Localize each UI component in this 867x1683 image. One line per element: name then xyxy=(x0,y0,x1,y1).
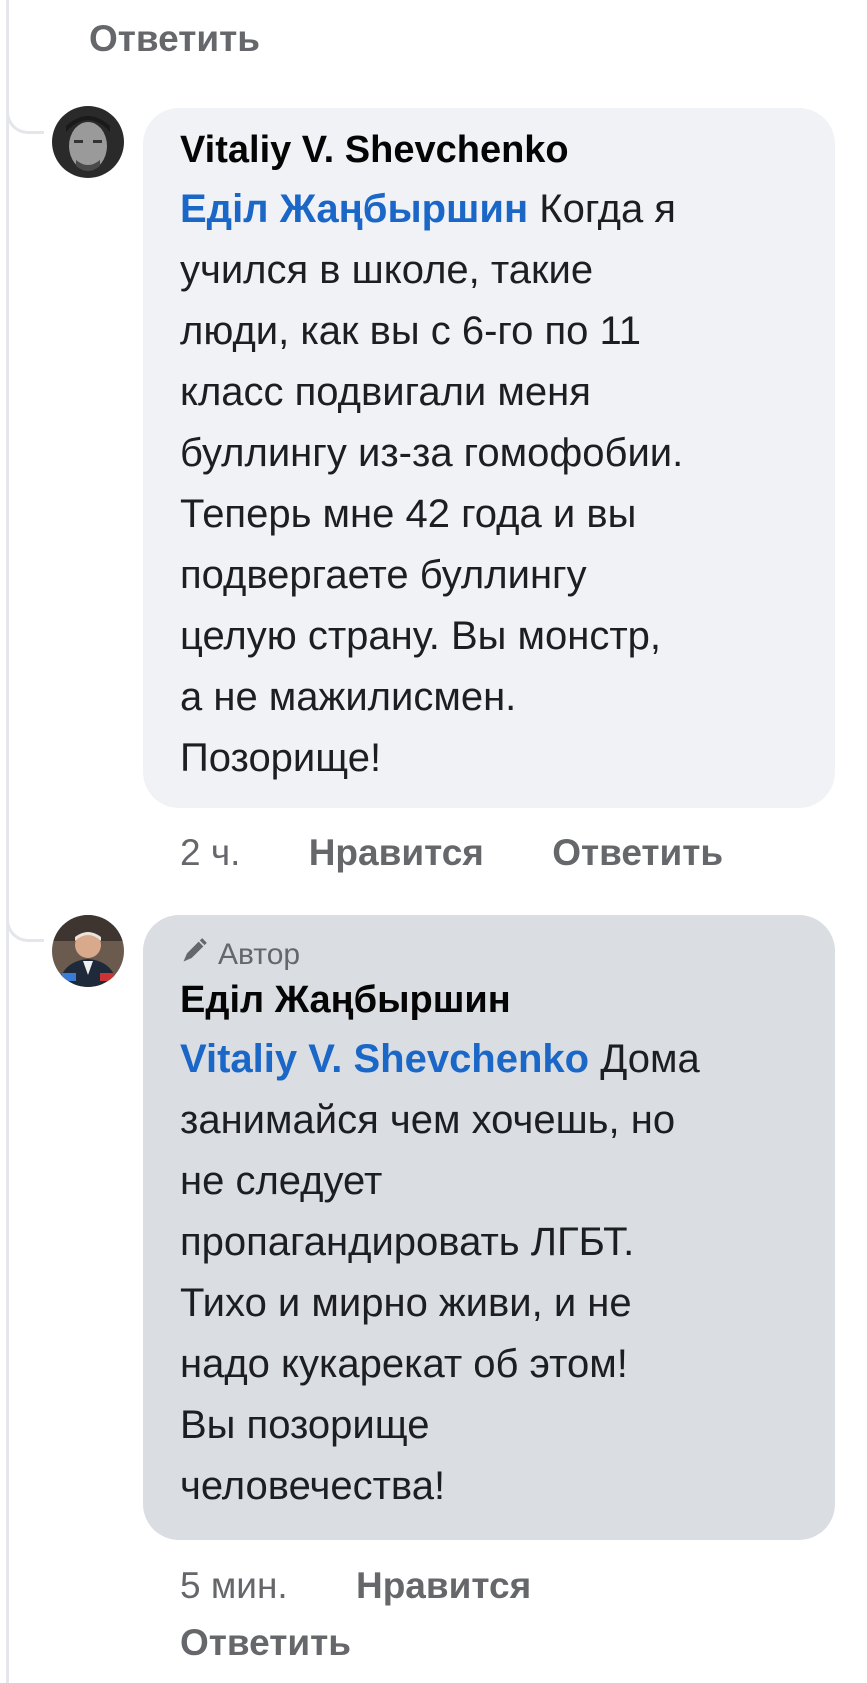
text-line: Позорище! xyxy=(180,736,382,780)
text-line: люди, как вы с 6-го по 11 xyxy=(180,309,642,353)
comment-actions-row-2: Ответить xyxy=(180,1622,351,1664)
mention-link[interactable]: Еділ Жаңбыршин xyxy=(180,187,528,231)
comment-bubble: Автор Еділ Жаңбыршин Vitaliy V. Shevchen… xyxy=(143,915,835,1540)
mention-link[interactable]: Vitaliy V. Shevchenko xyxy=(180,1037,589,1081)
pencil-icon xyxy=(180,937,208,973)
text-line: буллингу из-за гомофобии. xyxy=(180,431,684,475)
text-line: подвергаете буллингу xyxy=(180,553,587,597)
like-button[interactable]: Нравится xyxy=(309,832,484,873)
comment-author[interactable]: Еділ Жаңбыршин xyxy=(180,975,809,1025)
thread-branch xyxy=(6,100,44,134)
reply-button[interactable]: Ответить xyxy=(552,832,723,873)
author-badge: Автор xyxy=(180,935,809,975)
text-line: человечества! xyxy=(180,1464,446,1508)
text-line: не следует xyxy=(180,1159,383,1203)
text-line: занимайся чем хочешь, но xyxy=(180,1098,676,1142)
reply-button[interactable]: Ответить xyxy=(180,1622,351,1663)
comment-bubble: Vitaliy V. Shevchenko Еділ Жаңбыршин Ког… xyxy=(143,108,835,808)
thread-line xyxy=(6,0,9,1683)
text-line: а не мажилисмен. xyxy=(180,675,517,719)
comment-actions: 2 ч. Нравится Ответить xyxy=(180,832,723,874)
text-line: Теперь мне 42 года и вы xyxy=(180,492,637,536)
text-line: класс подвигали меня xyxy=(180,370,591,414)
avatar[interactable] xyxy=(52,915,124,987)
thread-branch xyxy=(6,908,44,942)
comment-text: Еділ Жаңбыршин Когда я учился в школе, т… xyxy=(180,175,809,789)
timestamp[interactable]: 2 ч. xyxy=(180,832,240,873)
text-line: Тихо и мирно живи, и не xyxy=(180,1281,632,1325)
text-line: Вы позорище xyxy=(180,1403,430,1447)
avatar[interactable] xyxy=(52,106,124,178)
author-badge-label: Автор xyxy=(218,938,301,971)
reply-button[interactable]: Ответить xyxy=(89,18,260,60)
text-line: надо кукарекат об этом! xyxy=(180,1342,628,1386)
like-button[interactable]: Нравится xyxy=(356,1565,531,1606)
comment-actions: 5 мин. Нравится xyxy=(180,1565,531,1607)
comment-author[interactable]: Vitaliy V. Shevchenko xyxy=(180,125,809,175)
text-line: пропагандировать ЛГБТ. xyxy=(180,1220,635,1264)
text-line: целую страну. Вы монстр, xyxy=(180,614,662,658)
comment-text: Vitaliy V. Shevchenko Дома занимайся чем… xyxy=(180,1025,809,1517)
text-line: учился в школе, такие xyxy=(180,248,594,292)
timestamp[interactable]: 5 мин. xyxy=(180,1565,288,1606)
